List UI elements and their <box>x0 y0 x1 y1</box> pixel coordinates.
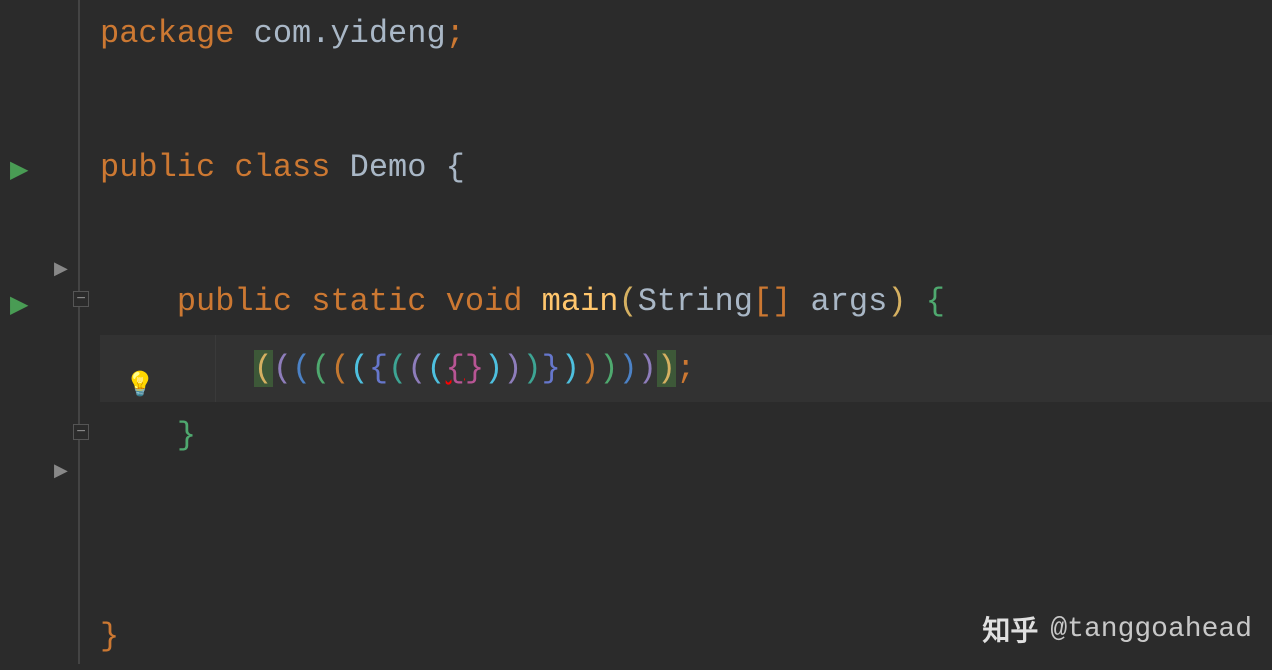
keyword-class: class <box>234 149 330 186</box>
code-line: } <box>100 402 1272 469</box>
method-name: main <box>542 283 619 320</box>
bracket: ( <box>273 350 292 387</box>
bracket: { <box>369 350 388 387</box>
array-brackets: [] <box>753 283 791 320</box>
bracket: } <box>542 350 561 387</box>
bracket: ) <box>503 350 522 387</box>
bracket: ) <box>657 350 676 387</box>
paren-open: ( <box>618 283 637 320</box>
code-line <box>100 469 1272 536</box>
code-line: public class Demo { <box>100 134 1272 201</box>
editor-gutter: ▶ ▶ ▶ ▶ − − <box>0 0 90 664</box>
fold-collapse-icon[interactable]: − <box>73 424 89 440</box>
param-name: args <box>811 283 888 320</box>
code-line <box>100 67 1272 134</box>
gutter-divider <box>78 0 80 664</box>
brace-open: { <box>926 283 945 320</box>
run-method-icon[interactable]: ▶ <box>10 290 28 320</box>
bracket: ( <box>292 350 311 387</box>
code-line <box>100 536 1272 603</box>
bracket: ( <box>254 350 273 387</box>
keyword-void: void <box>446 283 523 320</box>
bracket: ( <box>407 350 426 387</box>
bracket: } <box>465 350 484 387</box>
bracket-error: { <box>446 350 465 387</box>
code-line-current: 💡 (((((({((({})))})))))); <box>100 335 1272 402</box>
bracket: ) <box>484 350 503 387</box>
bracket: ) <box>599 350 618 387</box>
code-content[interactable]: package com.yideng; public class Demo { … <box>90 0 1272 664</box>
bracket: ( <box>311 350 330 387</box>
bracket: ( <box>426 350 445 387</box>
param-type: String <box>638 283 753 320</box>
bracket: ( <box>388 350 407 387</box>
bracket: ( <box>350 350 369 387</box>
code-line <box>100 201 1272 268</box>
bracket: ) <box>618 350 637 387</box>
watermark: 知乎 @tanggoahead <box>982 609 1252 649</box>
bracket: ( <box>330 350 349 387</box>
brace-open: { <box>446 149 465 186</box>
keyword-public: public <box>177 283 292 320</box>
indent-guide <box>215 335 216 402</box>
bracket: ) <box>561 350 580 387</box>
keyword-public: public <box>100 149 215 186</box>
bracket: ) <box>522 350 541 387</box>
bracket: ) <box>638 350 657 387</box>
zhihu-logo: 知乎 <box>982 609 1038 649</box>
class-name: Demo <box>350 149 427 186</box>
watermark-username: @tanggoahead <box>1050 614 1252 645</box>
paren-close: ) <box>887 283 906 320</box>
bracket: ) <box>580 350 599 387</box>
fold-expand-icon[interactable]: ▶ <box>54 460 68 482</box>
semicolon: ; <box>446 15 465 52</box>
keyword-package: package <box>100 15 234 52</box>
fold-collapse-icon[interactable]: − <box>73 291 89 307</box>
run-class-icon[interactable]: ▶ <box>10 155 28 185</box>
brace-close: } <box>100 618 119 655</box>
semicolon: ; <box>676 350 695 387</box>
fold-expand-icon[interactable]: ▶ <box>54 258 68 280</box>
keyword-static: static <box>311 283 426 320</box>
package-name: com.yideng <box>254 15 446 52</box>
code-editor: ▶ ▶ ▶ ▶ − − package com.yideng; public c… <box>0 0 1272 664</box>
code-line: package com.yideng; <box>100 0 1272 67</box>
code-line: public static void main(String[] args) { <box>100 268 1272 335</box>
brace-close: } <box>177 417 196 454</box>
